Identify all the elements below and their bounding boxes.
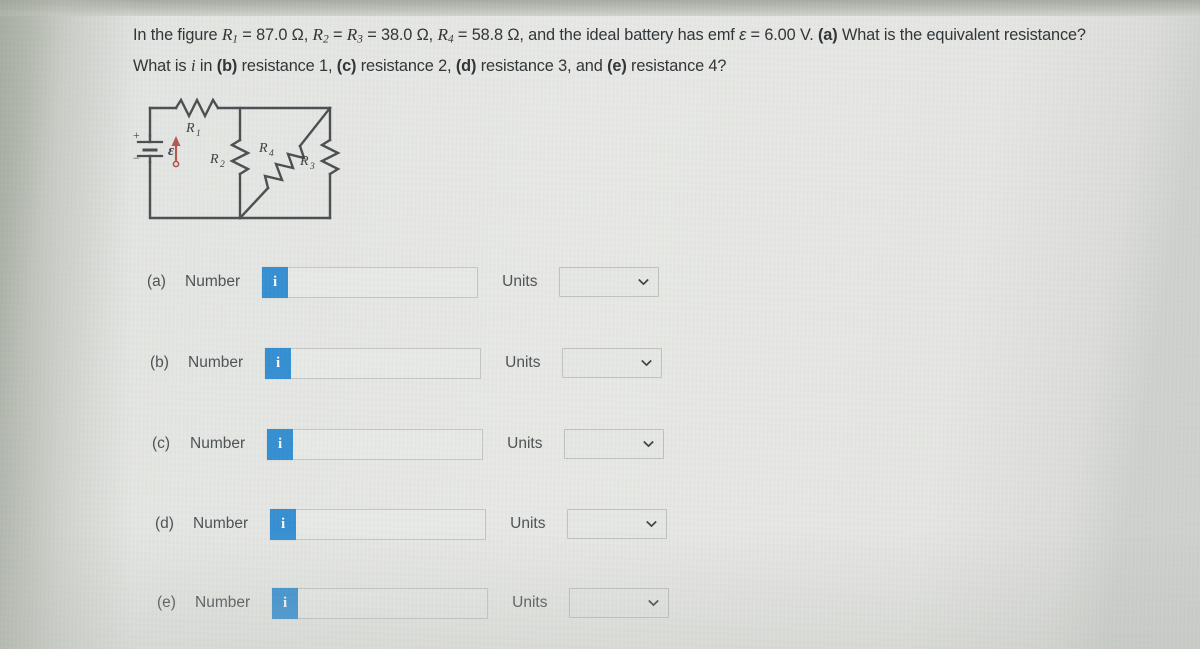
number-input-a[interactable] <box>288 266 479 298</box>
resistor-r2-zigzag <box>229 138 251 176</box>
photographed-page: In the figure R1 = 87.0 Ω, R2 = R3 = 38.… <box>0 0 1200 649</box>
r2-symbol: R <box>312 25 324 44</box>
question-a-text: What is the equivalent resistance? <box>837 26 1086 44</box>
r4-figure-label: R <box>258 141 268 156</box>
number-input-c[interactable] <box>293 428 484 460</box>
question-a-tag: (a) <box>818 26 838 44</box>
question-d-tag: (d) <box>455 56 477 75</box>
row-letter-b: (b) <box>150 354 169 371</box>
problem-line-2: What is i in (b) resistance 1, (c) resis… <box>133 53 1148 79</box>
number-label-a: Number <box>185 273 241 290</box>
answer-input-group-a: i <box>262 266 479 298</box>
question-e-text: resistance 4? <box>626 56 727 75</box>
units-label-c: Units <box>507 435 543 452</box>
info-icon-a[interactable]: i <box>262 266 289 298</box>
emf-label: ε <box>168 143 175 159</box>
r3-figure-subscript: 3 <box>309 162 315 172</box>
problem-statement: In the figure R1 = 87.0 Ω, R2 = R3 = 38.… <box>133 22 1148 79</box>
r1-figure-subscript: 1 <box>196 129 201 139</box>
question-b-text: resistance 1, <box>237 56 337 75</box>
question-b-tag: (b) <box>216 56 238 75</box>
r4-figure-subscript: 4 <box>269 149 274 159</box>
chevron-down-icon <box>643 440 655 448</box>
question-e-tag: (e) <box>607 56 627 75</box>
number-label-b: Number <box>188 354 244 371</box>
statement-lead: In the figure <box>133 26 222 44</box>
r4-symbol: R <box>437 25 448 44</box>
chevron-down-icon <box>646 520 658 528</box>
battery-minus-sign: − <box>133 151 140 165</box>
info-icon-c[interactable]: i <box>267 428 294 460</box>
r4-value: = 58.8 Ω, and the ideal battery has emf <box>453 26 740 44</box>
chevron-down-icon <box>641 359 653 367</box>
answer-row-c: (c) Number i Units <box>152 427 665 461</box>
resistor-r3-zigzag <box>319 138 341 176</box>
row-letter-c: (c) <box>152 435 171 452</box>
answer-input-group-b: i <box>265 347 482 379</box>
r1-figure-label: R <box>185 121 195 136</box>
r3-figure-label: R <box>299 154 309 169</box>
answer-row-a: (a) Number i Units <box>147 265 660 299</box>
question-d-text: resistance 3, and <box>476 56 608 75</box>
line2-lead: What is <box>133 56 191 75</box>
r2-figure-label: R <box>209 152 219 167</box>
chevron-down-icon <box>638 278 650 286</box>
r3-symbol: R <box>346 25 358 44</box>
units-label-b: Units <box>505 354 541 371</box>
photo-top-shadow <box>0 0 1200 16</box>
r1-symbol: R <box>221 25 233 44</box>
line2-mid: in <box>195 56 217 75</box>
info-icon-b[interactable]: i <box>265 347 292 379</box>
units-label-a: Units <box>502 273 538 290</box>
number-input-b[interactable] <box>291 347 482 379</box>
emf-value: = 6.00 V. <box>746 26 818 44</box>
photo-bottom-shadow <box>0 529 1200 649</box>
wire-r4-upper <box>298 106 332 148</box>
r2-figure-subscript: 2 <box>220 160 225 170</box>
question-c-tag: (c) <box>336 56 357 75</box>
r3-value: = 38.0 Ω, <box>362 26 438 44</box>
battery-plus-sign: + <box>133 128 140 142</box>
question-c-text: resistance 2, <box>356 56 456 75</box>
row-letter-a: (a) <box>147 273 166 290</box>
r1-value: = 87.0 Ω, <box>237 26 313 44</box>
problem-line-1: In the figure R1 = 87.0 Ω, R2 = R3 = 38.… <box>133 22 1148 53</box>
circuit-figure: ε + − R 1 R 2 R 4 R 3 <box>128 96 352 232</box>
units-select-c[interactable] <box>564 429 665 459</box>
answer-input-group-c: i <box>267 428 484 460</box>
wire-r4-lower <box>238 186 270 220</box>
answer-row-b: (b) Number i Units <box>150 346 663 380</box>
number-label-c: Number <box>190 435 246 452</box>
units-select-a[interactable] <box>559 267 660 297</box>
resistor-r1-zigzag <box>174 97 220 119</box>
units-select-b[interactable] <box>562 348 663 378</box>
r2-equals: = <box>328 26 347 44</box>
